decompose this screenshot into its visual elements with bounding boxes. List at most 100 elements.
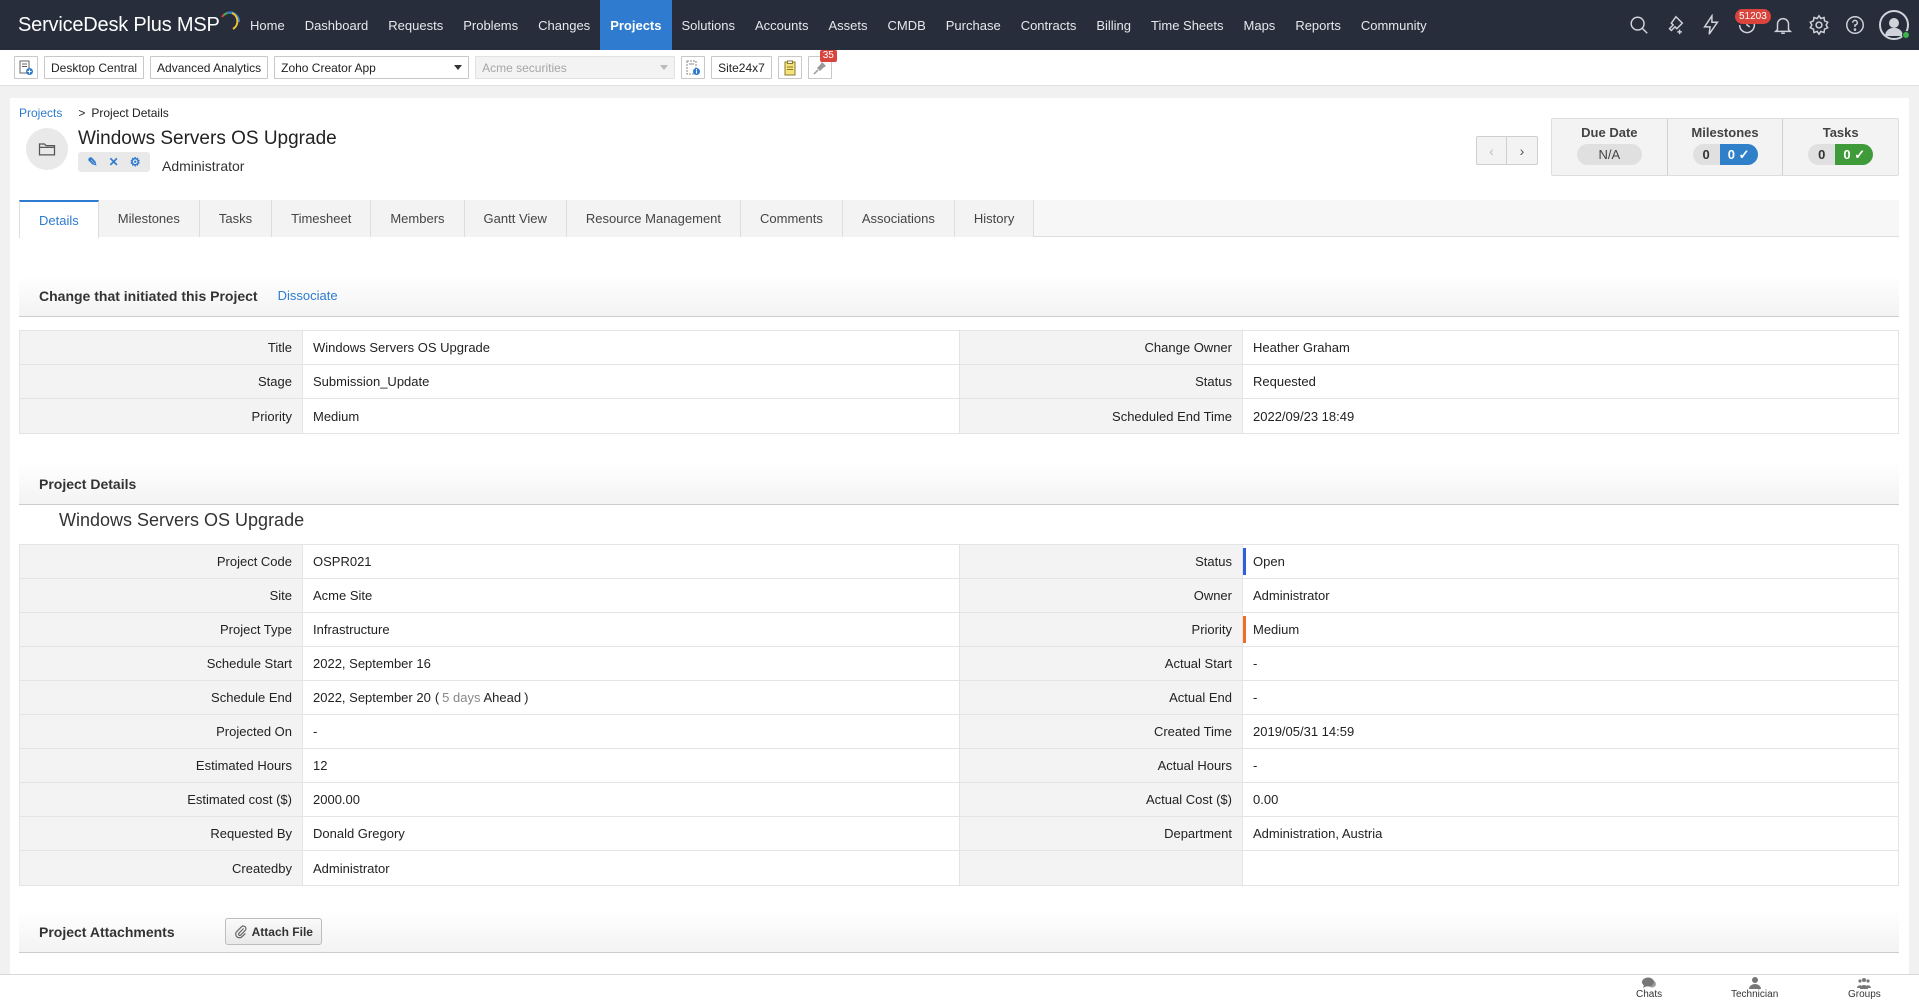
next-record-button[interactable]: › — [1507, 137, 1537, 164]
attachments-section-header: Project Attachments Attach File — [19, 911, 1899, 953]
field-value: Administrator — [1242, 579, 1898, 612]
field-label: Actual Start — [960, 647, 1242, 680]
color-indicator — [1243, 548, 1246, 575]
nav-item-changes[interactable]: Changes — [528, 0, 600, 50]
quick-create-icon[interactable] — [1657, 0, 1693, 50]
gear-icon[interactable]: ⚙ — [130, 155, 141, 169]
field-label: Projected On — [20, 715, 302, 748]
tab-history[interactable]: History — [954, 200, 1035, 237]
history-icon[interactable]: 51203 — [1729, 0, 1771, 50]
field-value: 2022, September 20(5 days Ahead) — [302, 681, 960, 714]
online-status-indicator — [1902, 31, 1910, 39]
dissociate-link[interactable]: Dissociate — [278, 288, 338, 303]
tab-tasks[interactable]: Tasks — [199, 200, 273, 237]
tab-timesheet[interactable]: Timesheet — [272, 200, 372, 237]
nav-item-cmdb[interactable]: CMDB — [877, 0, 935, 50]
main-menu: Home Dashboard Requests Problems Changes Proj… — [240, 0, 1437, 50]
detail-row: Estimated cost ($) 2000.00 Actual Cost ($)… — [20, 783, 1898, 817]
nav-item-solutions[interactable]: Solutions — [672, 0, 745, 50]
site24x7-button[interactable]: Site24x7 — [711, 56, 772, 79]
notes-button[interactable] — [777, 56, 802, 79]
reminders-button[interactable]: 35 — [807, 50, 837, 79]
field-label: Actual Hours — [960, 749, 1242, 782]
breadcrumb-current: Project Details — [91, 106, 169, 120]
close-icon[interactable]: ✕ — [109, 155, 119, 169]
breadcrumb: Projects > Project Details — [19, 106, 169, 120]
account-info-button[interactable] — [681, 56, 706, 79]
tab-gantt-view[interactable]: Gantt View — [464, 200, 567, 237]
bell-icon[interactable] — [1765, 0, 1801, 50]
milestones-stat[interactable]: Milestones 0 0 ✓ — [1668, 119, 1784, 175]
paren-open: ( — [434, 690, 440, 705]
tab-associations[interactable]: Associations — [842, 200, 955, 237]
edit-icon[interactable]: ✎ — [88, 155, 98, 169]
account-select[interactable]: Acme securities — [475, 56, 676, 79]
nav-item-assets[interactable]: Assets — [818, 0, 877, 50]
detail-row: Createdby Administrator — [20, 851, 1898, 885]
tab-milestones[interactable]: Milestones — [98, 200, 200, 237]
app-logo[interactable]: ServiceDesk Plus MSP — [0, 0, 240, 50]
change-section-title: Change that initiated this Project — [39, 287, 258, 304]
project-tabs: Details Milestones Tasks Timesheet Members Ga… — [19, 200, 1899, 238]
record-pager: ‹ › — [1476, 136, 1538, 165]
gear-icon[interactable] — [1801, 0, 1837, 50]
color-indicator — [1243, 616, 1246, 643]
tab-comments[interactable]: Comments — [741, 200, 843, 237]
field-label: Actual End — [960, 681, 1242, 714]
top-navigation-bar: ServiceDesk Plus MSP Home Dashboard Reques… — [0, 0, 1919, 50]
project-details-section-title: Project Details — [39, 475, 137, 492]
nav-item-billing[interactable]: Billing — [1086, 0, 1141, 50]
paperclip-icon — [234, 924, 247, 938]
field-value: 12 — [302, 749, 960, 782]
breadcrumb-projects-link[interactable]: Projects — [19, 106, 62, 120]
days-ahead-count: 5 days — [442, 690, 481, 705]
new-request-template-button[interactable] — [14, 56, 38, 79]
field-label: Status — [960, 545, 1242, 578]
chats-button[interactable]: Chats — [1636, 977, 1662, 1000]
technician-button[interactable]: Technician — [1731, 977, 1778, 1000]
reminder-count-badge: 35 — [819, 50, 837, 62]
zoho-creator-dropdown[interactable]: Zoho Creator App — [274, 56, 470, 79]
tab-members[interactable]: Members — [371, 200, 465, 237]
field-label: Createdby — [20, 851, 302, 885]
nav-item-requests[interactable]: Requests — [378, 0, 453, 50]
desktop-central-button[interactable]: Desktop Central — [44, 56, 145, 79]
advanced-analytics-button[interactable]: Advanced Analytics — [150, 56, 269, 79]
nav-item-accounts[interactable]: Accounts — [745, 0, 818, 50]
field-value-text: Open — [1253, 554, 1285, 569]
detail-row: Schedule End 2022, September 20(5 days Ahe… — [20, 681, 1898, 715]
user-avatar[interactable] — [1879, 10, 1910, 40]
check-icon: ✓ — [1854, 147, 1866, 162]
person-icon — [1748, 977, 1761, 989]
due-date-value: N/A — [1598, 147, 1621, 162]
due-date-label: Due Date — [1581, 125, 1638, 140]
help-icon[interactable] — [1837, 0, 1873, 50]
nav-item-dashboard[interactable]: Dashboard — [295, 0, 379, 50]
nav-item-reports[interactable]: Reports — [1285, 0, 1351, 50]
field-value: - — [1242, 749, 1898, 782]
nav-item-purchase[interactable]: Purchase — [936, 0, 1011, 50]
page-scrollbar[interactable] — [1909, 86, 1919, 974]
group-icon — [1857, 978, 1872, 989]
attach-file-button[interactable]: Attach File — [224, 918, 322, 945]
nav-item-home[interactable]: Home — [240, 0, 295, 50]
nav-item-maps[interactable]: Maps — [1234, 0, 1286, 50]
detail-row: Project Code OSPR021 Status Open — [20, 545, 1898, 579]
tasks-stat[interactable]: Tasks 0 0 ✓ — [1783, 119, 1898, 175]
lightning-icon[interactable] — [1693, 0, 1729, 50]
groups-button[interactable]: Groups — [1848, 977, 1881, 1000]
nav-item-contracts[interactable]: Contracts — [1011, 0, 1087, 50]
tab-details[interactable]: Details — [19, 200, 99, 238]
account-select-value: Acme securities — [482, 60, 567, 75]
change-details-grid: Title Windows Servers OS Upgrade Change Ow… — [19, 330, 1899, 434]
field-value: 2019/05/31 14:59 — [1242, 715, 1898, 748]
previous-record-button[interactable]: ‹ — [1477, 137, 1507, 164]
search-icon[interactable] — [1621, 0, 1657, 50]
nav-item-community[interactable]: Community — [1351, 0, 1437, 50]
nav-item-time-sheets[interactable]: Time Sheets — [1141, 0, 1234, 50]
nav-item-problems[interactable]: Problems — [453, 0, 528, 50]
tab-resource-management[interactable]: Resource Management — [566, 200, 742, 237]
field-label: Owner — [960, 579, 1242, 612]
project-owner: Administrator — [162, 158, 245, 174]
nav-item-projects[interactable]: Projects — [600, 0, 672, 50]
